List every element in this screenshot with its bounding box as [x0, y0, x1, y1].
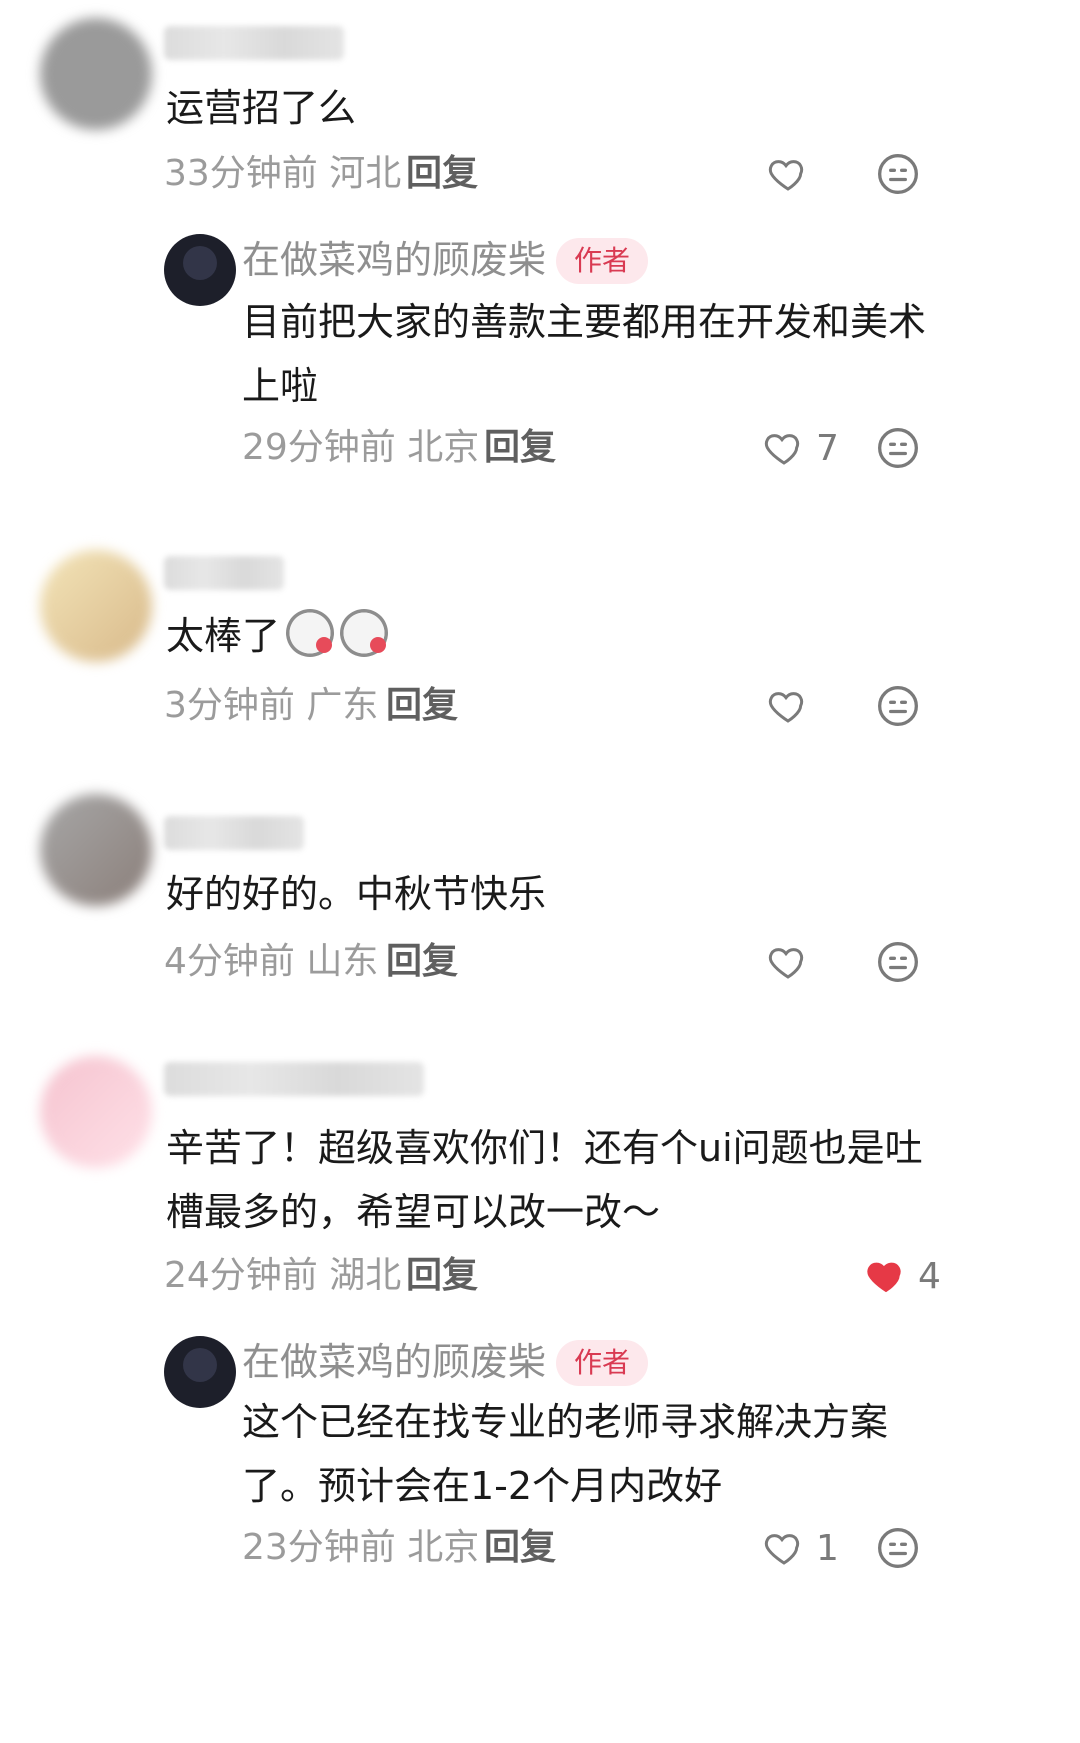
heart-icon	[768, 692, 804, 723]
comment-text-content: 太棒了	[166, 614, 281, 658]
comment-time: 4分钟前	[164, 941, 295, 982]
avatar[interactable]	[40, 794, 152, 906]
reply-button[interactable]: 回复	[484, 426, 556, 470]
reply-button[interactable]: 回复	[406, 152, 478, 196]
comment-text: 运营招了么	[166, 86, 357, 130]
avatar[interactable]	[40, 18, 152, 130]
username-blurred[interactable]	[164, 1062, 424, 1096]
comment-1: 运营招了么 33分钟前 河北 回复 在做菜鸡的顾废柴 作者 目前把大家的善款主要…	[0, 0, 1080, 520]
reply-text: 目前把大家的善款主要都用在开发和美术上啦	[242, 300, 927, 408]
heart-icon	[768, 948, 804, 979]
comment-time-location: 4分钟前 山东	[164, 940, 378, 984]
author-avatar[interactable]	[164, 1336, 236, 1408]
like-button[interactable]: 7	[764, 426, 839, 470]
username-blurred[interactable]	[164, 816, 304, 850]
comment-time: 33分钟前	[164, 153, 318, 194]
reply-button[interactable]: 回复	[386, 684, 458, 728]
author-avatar[interactable]	[164, 234, 236, 306]
reply-time: 29分钟前	[242, 427, 396, 468]
username-blurred[interactable]	[164, 556, 284, 590]
comment-4: 辛苦了！超级喜欢你们！还有个ui问题也是吐槽最多的，希望可以改一改～ 24分钟前…	[0, 1050, 1080, 1743]
comment-2: 太棒了 3分钟前 广东 回复	[0, 540, 1080, 780]
comment-text: 辛苦了！超级喜欢你们！还有个ui问题也是吐槽最多的，希望可以改一改～	[166, 1126, 923, 1234]
reply-location: 北京	[407, 1527, 480, 1568]
comment-text: 好的好的。中秋节快乐	[166, 872, 547, 916]
comment-time-location: 3分钟前 广东	[164, 684, 378, 728]
author-badge: 作者	[556, 1340, 649, 1386]
reply-button[interactable]: 回复	[386, 940, 458, 984]
dog-heart-emoji	[286, 609, 335, 657]
comment-location: 山东	[306, 941, 379, 982]
heart-icon	[764, 1534, 800, 1565]
comment-time-location: 24分钟前 湖北	[164, 1254, 401, 1298]
heart-filled-icon	[867, 1262, 901, 1293]
like-button[interactable]	[768, 684, 808, 728]
like-count: 7	[816, 427, 839, 469]
like-count: 1	[816, 1527, 839, 1569]
like-button[interactable]	[768, 940, 808, 984]
comment-time: 24分钟前	[164, 1255, 318, 1296]
like-button[interactable]: 1	[764, 1526, 839, 1570]
reply-location: 北京	[407, 427, 480, 468]
dislike-icon[interactable]	[876, 940, 920, 984]
avatar[interactable]	[40, 1056, 152, 1168]
like-button[interactable]	[768, 152, 808, 196]
dislike-icon[interactable]	[876, 152, 920, 196]
comment-location: 河北	[329, 153, 402, 194]
comment-time: 3分钟前	[164, 685, 295, 726]
username-blurred[interactable]	[164, 26, 344, 60]
comment-location: 湖北	[329, 1255, 402, 1296]
reply-time: 23分钟前	[242, 1527, 396, 1568]
reply-button[interactable]: 回复	[484, 1526, 556, 1570]
heart-icon	[768, 160, 804, 191]
dislike-icon[interactable]	[876, 684, 920, 728]
dislike-icon[interactable]	[876, 1526, 920, 1570]
comment-location: 广东	[306, 685, 379, 726]
like-button-liked[interactable]: 4	[866, 1254, 941, 1298]
dislike-icon[interactable]	[876, 426, 920, 470]
author-name[interactable]: 在做菜鸡的顾废柴	[242, 1340, 546, 1384]
author-badge: 作者	[556, 238, 649, 284]
reply-time-location: 29分钟前 北京	[242, 426, 479, 470]
author-name[interactable]: 在做菜鸡的顾废柴	[242, 238, 546, 282]
comment-time-location: 33分钟前 河北	[164, 152, 401, 196]
avatar[interactable]	[40, 550, 152, 662]
reply-text: 这个已经在找专业的老师寻求解决方案了。预计会在1-2个月内改好	[242, 1400, 889, 1508]
reply-time-location: 23分钟前 北京	[242, 1526, 479, 1570]
like-count: 4	[918, 1255, 941, 1297]
comment-text: 太棒了	[166, 604, 926, 668]
comment-3: 好的好的。中秋节快乐 4分钟前 山东 回复	[0, 790, 1080, 1030]
dog-heart-emoji	[340, 609, 389, 657]
heart-icon	[764, 434, 800, 465]
reply-button[interactable]: 回复	[406, 1254, 478, 1298]
